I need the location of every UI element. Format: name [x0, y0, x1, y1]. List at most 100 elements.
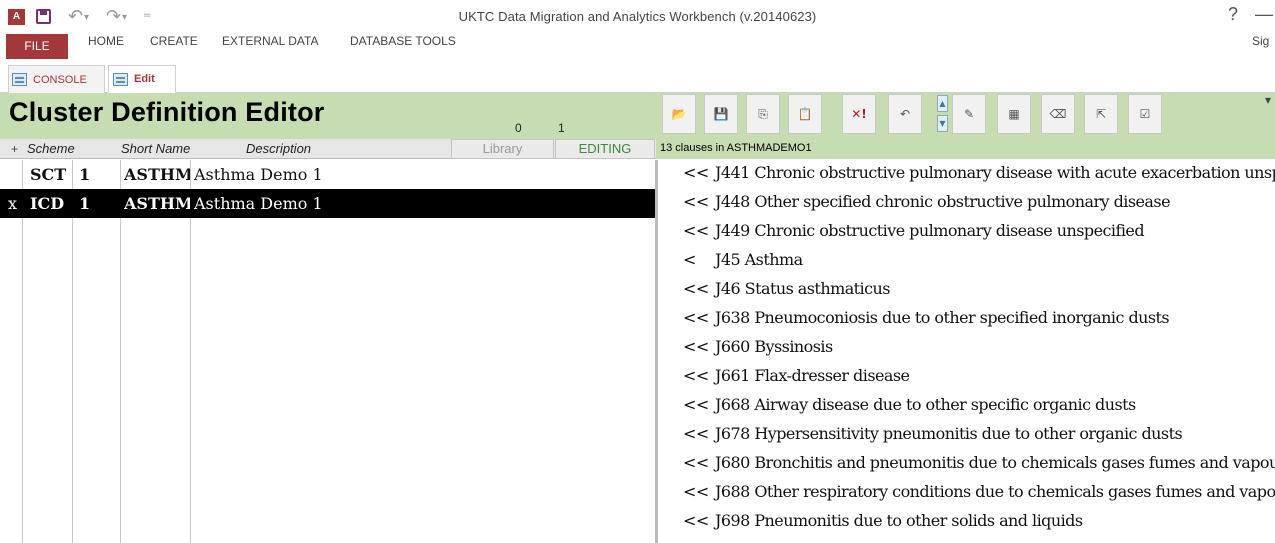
table-row[interactable]: SCT 1 ASTHMAD Asthma Demo 1 [0, 160, 655, 189]
clause-operator: << [683, 163, 709, 182]
clause-code: J638 [715, 308, 750, 327]
save-icon[interactable]: 💾 [704, 94, 738, 134]
tab-edit-label: Edit [134, 73, 155, 85]
copy-icon[interactable]: ⎘ [746, 94, 780, 134]
list-item[interactable]: << J688 Other respiratory conditions due … [683, 482, 1275, 511]
clause-operator: << [683, 308, 709, 327]
list-item[interactable]: << J680 Bronchitis and pneumonitis due to… [683, 453, 1275, 482]
open-folder-icon[interactable]: 📂 [662, 94, 696, 134]
clause-operator: << [683, 424, 709, 443]
erase-icon[interactable]: ⌫ [1041, 94, 1075, 134]
library-button[interactable]: Library [451, 139, 554, 159]
list-item[interactable]: << J678 Hypersensitivity pneumonitis due … [683, 424, 1183, 453]
form-icon [113, 72, 128, 86]
tab-console[interactable]: CONSOLE [8, 65, 105, 93]
clause-operator: << [683, 395, 709, 414]
row-scheme[interactable]: SCT [30, 165, 66, 184]
list-item[interactable]: << J661 Flax-dresser disease [683, 366, 910, 395]
clause-text: Chronic obstructive pulmonary disease wi… [754, 163, 1275, 182]
tab-database-tools[interactable]: DATABASE TOOLS [350, 34, 456, 59]
clause-operator: << [683, 511, 709, 530]
clause-text: Pneumonitis due to other solids and liqu… [754, 511, 1083, 530]
clause-code: J668 [715, 395, 750, 414]
clause-code: J660 [715, 337, 750, 356]
check-icon[interactable]: ☑ [1128, 94, 1162, 134]
clause-text: Airway disease due to other specific org… [754, 395, 1136, 414]
row-version[interactable]: 1 [79, 194, 90, 213]
list-item[interactable]: << J660 Byssinosis [683, 337, 833, 366]
cluster-editor: Cluster Definition Editor 0 1 + Scheme S… [0, 93, 1275, 543]
delete-icon[interactable]: ✕! [842, 94, 876, 134]
window-title: UKTC Data Migration and Analytics Workbe… [458, 9, 817, 24]
list-item[interactable]: << J441 Chronic obstructive pulmonary dis… [683, 163, 1275, 192]
clause-text: Chronic obstructive pulmonary disease un… [754, 221, 1145, 240]
clause-text: Bronchitis and pneumonitis due to chemic… [754, 453, 1275, 472]
clause-text: Byssinosis [754, 337, 833, 356]
column-header-scheme[interactable]: Scheme [27, 141, 75, 156]
row-description[interactable]: Asthma Demo 1 [194, 165, 323, 184]
clause-operator: << [683, 192, 709, 211]
file-tab[interactable]: FILE [6, 34, 68, 59]
clause-operator: << [683, 279, 709, 298]
clause-text: Pneumoconiosis due to other specified in… [754, 308, 1170, 327]
clause-operator: << [683, 453, 709, 472]
tab-create[interactable]: CREATE [150, 34, 198, 59]
row-short-name[interactable]: ASTHMAD [124, 165, 190, 184]
page-title: Cluster Definition Editor [9, 97, 325, 127]
editing-button[interactable]: EDITING [555, 139, 655, 159]
undo-icon[interactable]: ↶ [888, 94, 922, 134]
tab-console-label: CONSOLE [33, 73, 87, 86]
row-scheme[interactable]: ICD [30, 194, 64, 213]
tab-external-data[interactable]: EXTERNAL DATA [222, 34, 318, 59]
clause-text: Asthma [744, 250, 803, 269]
table-row[interactable]: x ICD 1 ASTHMAD Asthma Demo 1 [0, 189, 655, 218]
list-item[interactable]: << J448 Other specified chronic obstructi… [683, 192, 1171, 221]
column-header-short-name[interactable]: Short Name [121, 141, 190, 156]
cluster-grid: SCT 1 ASTHMAD Asthma Demo 1 x ICD 1 ASTH… [0, 160, 656, 543]
clause-code: J698 [715, 511, 750, 530]
clause-operator: < [683, 250, 696, 269]
clause-list: << J441 Chronic obstructive pulmonary dis… [656, 160, 1275, 543]
clause-code: J448 [715, 192, 750, 211]
clause-text: Status asthmaticus [744, 279, 891, 298]
clause-code: J661 [715, 366, 750, 385]
clause-code: J680 [715, 453, 750, 472]
clause-code: J449 [715, 221, 750, 240]
column-header-description[interactable]: Description [246, 141, 311, 156]
clause-text: Other specified chronic obstructive pulm… [754, 192, 1170, 211]
paste-icon[interactable]: 📋 [788, 94, 822, 134]
clause-text: Flax-dresser disease [754, 366, 910, 385]
clause-code: J678 [715, 424, 750, 443]
list-item[interactable]: << J449 Chronic obstructive pulmonary dis… [683, 221, 1145, 250]
row-description[interactable]: Asthma Demo 1 [194, 194, 323, 213]
clause-count-bar: 13 clauses in ASTHMADEMO1 [656, 139, 1275, 159]
clause-toolbar: 📂 💾 ⎘ 📋 ✕! ↶ ▲ ▼ ✎ ▦ ⌫ ⇱ ☑ ▾ [656, 93, 1275, 139]
list-item[interactable]: << J668 Airway disease due to other speci… [683, 395, 1136, 424]
clause-operator: << [683, 221, 709, 240]
clause-code: J441 [715, 163, 750, 182]
row-short-name[interactable]: ASTHMAD [124, 194, 190, 213]
move-buttons: ▲ ▼ [937, 95, 949, 133]
add-row-button[interactable]: + [11, 142, 18, 156]
move-down-icon[interactable]: ▼ [937, 115, 948, 132]
title-bar: A ↶ ▾ ↷ ▾ = UKTC Data Migration and Anal… [0, 0, 1275, 34]
row-version[interactable]: 1 [79, 165, 90, 184]
sign-in-link[interactable]: Sig [1252, 34, 1269, 59]
document-tabs: CONSOLE Edit [0, 59, 1275, 93]
ribbon-tabs: FILE HOME CREATE EXTERNAL DATA DATABASE … [0, 34, 1275, 59]
minimize-button[interactable]: — [1255, 4, 1273, 25]
counter-a: 0 [515, 121, 522, 135]
move-up-icon[interactable]: ▲ [937, 95, 948, 112]
tab-edit[interactable]: Edit [108, 65, 176, 93]
list-item[interactable]: < J45 Asthma [683, 250, 803, 279]
toolbar-options-icon[interactable]: ▾ [1265, 93, 1271, 107]
list-item[interactable]: << J638 Pneumoconiosis due to other speci… [683, 308, 1170, 337]
list-item[interactable]: << J698 Pneumonitis due to other solids a… [683, 511, 1083, 540]
export-icon[interactable]: ⇱ [1084, 94, 1118, 134]
pencil-icon[interactable]: ✎ [952, 94, 986, 134]
clause-operator: << [683, 482, 709, 501]
tab-home[interactable]: HOME [88, 34, 124, 59]
help-button[interactable]: ? [1228, 4, 1238, 25]
list-item[interactable]: << J46 Status asthmaticus [683, 279, 891, 308]
database-icon[interactable]: ▦ [997, 94, 1031, 134]
